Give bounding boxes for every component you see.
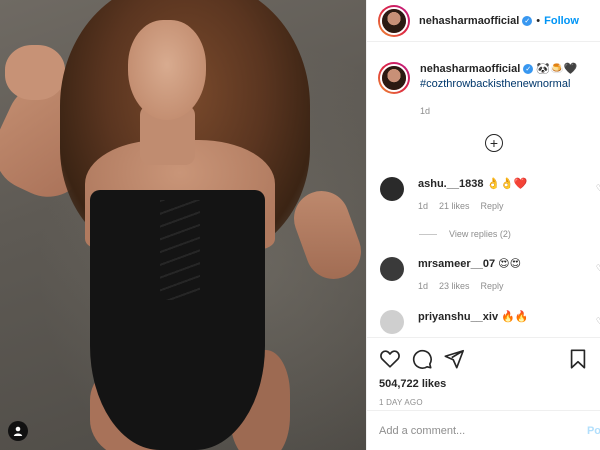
comment-likes[interactable]: 21 likes — [439, 201, 470, 211]
share-icon[interactable] — [443, 348, 465, 370]
post-actions: 504,722 likes 1 DAY AGO — [367, 337, 600, 407]
load-more-comments-icon[interactable]: + — [485, 134, 503, 152]
comment-time[interactable]: 1d — [418, 281, 428, 291]
comment-text: 👌👌❤️ — [486, 178, 528, 190]
caption-time[interactable]: 1d — [420, 104, 577, 119]
post-header: nehasharmaofficial ✓ • Follow — [367, 0, 600, 42]
comment-item: priyanshu__xiv 🔥🔥 ♡ — [380, 310, 600, 334]
verified-icon: ✓ — [523, 64, 534, 75]
comment-like-icon[interactable]: ♡ — [596, 263, 600, 274]
comment-username[interactable]: ashu.__1838 — [418, 178, 483, 190]
photo-lace — [160, 200, 200, 300]
replies-divider — [419, 233, 437, 235]
comment-time[interactable]: 1d — [418, 201, 428, 211]
comment-like-icon[interactable]: ♡ — [596, 316, 600, 327]
comment-like-icon[interactable]: ♡ — [596, 183, 600, 194]
save-bookmark-icon[interactable] — [567, 348, 589, 370]
post-timestamp[interactable]: 1 DAY AGO — [379, 398, 589, 407]
comment-item: ashu.__1838 👌👌❤️ 1d 21 likes Reply ♡ — [380, 177, 600, 211]
add-comment-bar: Po — [367, 410, 600, 450]
follow-button[interactable]: Follow — [544, 15, 579, 27]
like-heart-icon[interactable] — [379, 348, 401, 370]
tagged-user-icon[interactable] — [8, 421, 28, 441]
photo-face — [128, 20, 206, 120]
view-replies-label: View replies (2) — [449, 229, 511, 239]
author-username[interactable]: nehasharmaofficial — [419, 15, 519, 27]
comment-avatar[interactable] — [380, 257, 404, 281]
verified-icon: ✓ — [522, 15, 533, 26]
comment-input[interactable] — [379, 424, 569, 437]
reply-button[interactable]: Reply — [481, 281, 504, 291]
view-replies-button[interactable]: View replies (2) — [419, 229, 511, 239]
post-comment-button[interactable]: Po — [587, 425, 600, 437]
separator-dot: • — [536, 14, 541, 27]
comment-avatar[interactable] — [380, 310, 404, 334]
comment-avatar[interactable] — [380, 177, 404, 201]
comment-username[interactable]: priyanshu__xiv — [418, 311, 498, 323]
comment-username[interactable]: mrsameer__07 — [418, 258, 495, 270]
comment-bubble-icon[interactable] — [411, 348, 433, 370]
likes-count[interactable]: 504,722 likes — [379, 378, 589, 390]
caption-username[interactable]: nehasharmaofficial — [420, 63, 520, 75]
caption-avatar[interactable] — [378, 62, 410, 94]
caption-hashtag[interactable]: #cozthrowbackisthenewnormal — [420, 78, 570, 90]
photo-hand — [5, 45, 65, 100]
comment-likes[interactable]: 23 likes — [439, 281, 470, 291]
comment-text: 😍😍 — [498, 258, 522, 270]
reply-button[interactable]: Reply — [481, 201, 504, 211]
post-sidebar: nehasharmaofficial ✓ • Follow nehasharmaoff… — [366, 0, 600, 450]
post-caption: nehasharmaofficial ✓ 🐼🍮🖤 #cozthrowbackist… — [378, 62, 598, 119]
comment-text: 🔥🔥 — [501, 311, 529, 323]
comment-item: mrsameer__07 😍😍 1d 23 likes Reply ♡ — [380, 257, 600, 291]
author-avatar[interactable] — [378, 4, 410, 37]
post-photo[interactable] — [0, 0, 366, 450]
caption-emojis: 🐼🍮🖤 — [536, 63, 578, 75]
